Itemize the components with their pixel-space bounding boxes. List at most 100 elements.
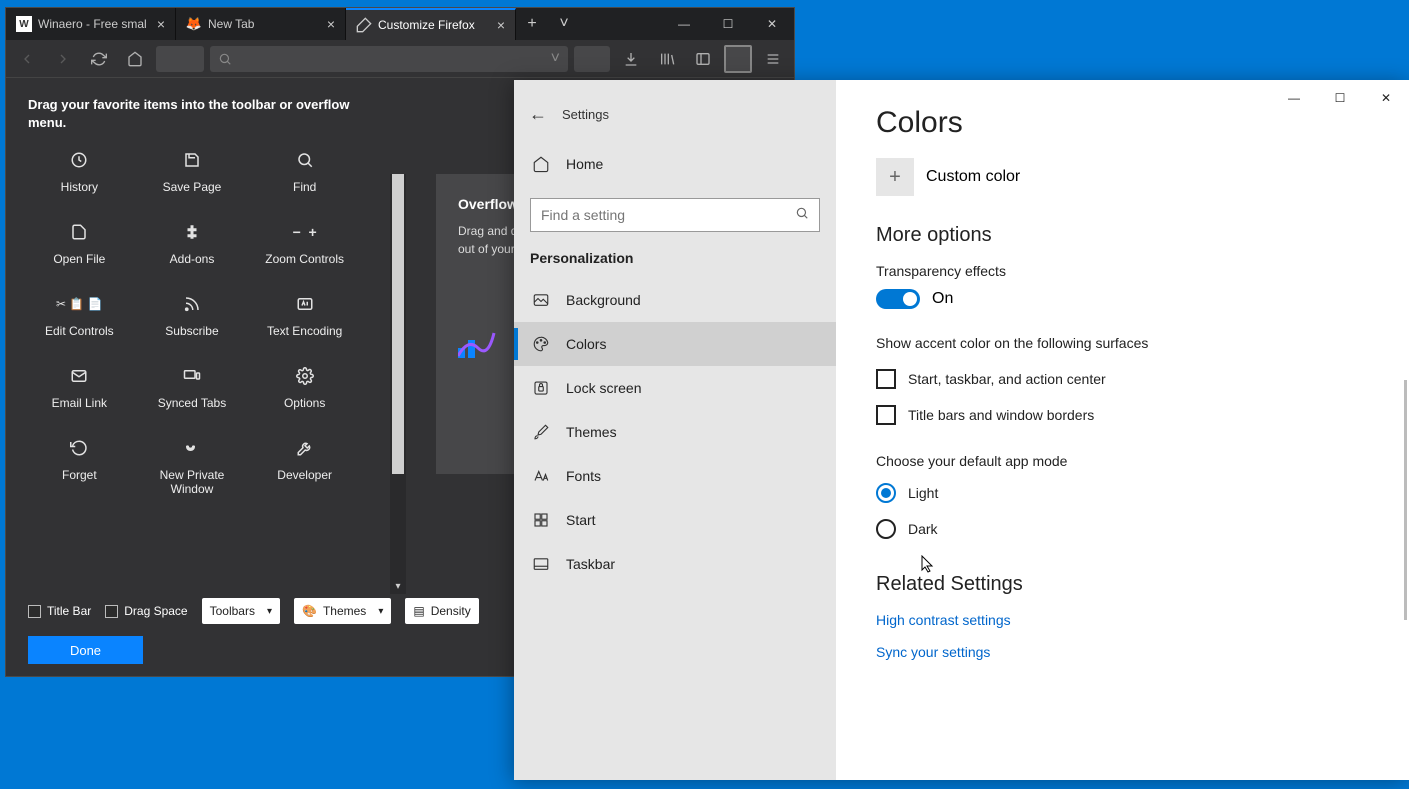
radio-dark[interactable]: Dark [876, 519, 1369, 539]
item-history[interactable]: History [28, 150, 131, 194]
sidebar-item-fonts[interactable]: Fonts [514, 454, 836, 498]
forward-button[interactable] [48, 44, 78, 74]
rss-icon [183, 294, 201, 314]
item-forget[interactable]: Forget [28, 438, 131, 496]
chk-start-taskbar[interactable]: Start, taskbar, and action center [876, 369, 1369, 389]
custom-color-button[interactable]: + Custom color [876, 158, 1369, 196]
radio-light[interactable]: Light [876, 483, 1369, 503]
density-select[interactable]: ▤Density [405, 598, 478, 624]
search-field[interactable] [541, 207, 795, 223]
close-icon[interactable]: × [497, 17, 505, 33]
item-label: Save Page [163, 180, 222, 194]
item-text-encoding[interactable]: Text Encoding [253, 294, 356, 338]
item-label: New Private Window [141, 468, 244, 496]
minimize-button[interactable]: — [1271, 80, 1317, 116]
maximize-button[interactable]: ☐ [706, 8, 750, 40]
link-sync-settings[interactable]: Sync your settings [876, 644, 1369, 660]
sidebar-item-taskbar[interactable]: Taskbar [514, 542, 836, 586]
sidebar-button[interactable] [688, 44, 718, 74]
transparency-toggle[interactable] [876, 289, 920, 309]
item-save-page[interactable]: Save Page [141, 150, 244, 194]
menu-button[interactable] [758, 44, 788, 74]
item-label: Options [284, 396, 325, 410]
back-button[interactable]: ← [514, 92, 562, 136]
category-header: Personalization [514, 250, 836, 266]
density-icon: ▤ [413, 604, 424, 618]
tab-strip: W Winaero - Free smal × 🦊 New Tab × Cust… [6, 8, 794, 40]
tab-winaero[interactable]: W Winaero - Free smal × [6, 8, 176, 40]
palette-icon [532, 335, 550, 353]
picture-icon [532, 291, 550, 309]
sidebar-item-themes[interactable]: Themes [514, 410, 836, 454]
chevron-down-icon[interactable]: ˅ [551, 50, 560, 68]
back-button[interactable] [12, 44, 42, 74]
tab-newtab[interactable]: 🦊 New Tab × [176, 8, 346, 40]
addons-icon [183, 222, 201, 242]
link-high-contrast[interactable]: High contrast settings [876, 612, 1369, 628]
sidebar-item-background[interactable]: Background [514, 278, 836, 322]
close-icon[interactable]: × [327, 16, 335, 32]
item-find[interactable]: Find [253, 150, 356, 194]
nav-label: Colors [566, 336, 606, 352]
downloads-button[interactable] [616, 44, 646, 74]
tab-label: Winaero - Free smal [38, 17, 147, 31]
scrollbar[interactable] [1404, 380, 1407, 620]
item-email-link[interactable]: Email Link [28, 366, 131, 410]
item-private-window[interactable]: New Private Window [141, 438, 244, 496]
scroll-thumb[interactable] [392, 174, 404, 474]
tab-customize[interactable]: Customize Firefox × [346, 8, 516, 40]
nav-label: Home [566, 156, 603, 172]
nav-toolbar: ˅ [6, 40, 794, 78]
themes-select[interactable]: 🎨Themes▾ [294, 598, 391, 624]
scrollbar[interactable]: ▾ [390, 174, 406, 594]
item-label: Edit Controls [45, 324, 114, 338]
reload-button[interactable] [84, 44, 114, 74]
chk-label: Start, taskbar, and action center [908, 371, 1106, 387]
tabs-dropdown-icon[interactable]: ˅ [548, 8, 580, 40]
synced-tabs-icon [183, 366, 201, 386]
home-button[interactable] [120, 44, 150, 74]
item-zoom[interactable]: − +Zoom Controls [253, 222, 356, 266]
minimize-button[interactable]: — [662, 8, 706, 40]
library-button[interactable] [652, 44, 682, 74]
sidebar-item-colors[interactable]: Colors [514, 322, 836, 366]
section-more-options: More options [876, 224, 1369, 247]
item-open-file[interactable]: Open File [28, 222, 131, 266]
window-controls: — ☐ ✕ [1271, 80, 1409, 116]
item-addons[interactable]: Add-ons [141, 222, 244, 266]
maximize-button[interactable]: ☐ [1317, 80, 1363, 116]
item-synced-tabs[interactable]: Synced Tabs [141, 366, 244, 410]
url-bar[interactable]: ˅ [210, 46, 568, 72]
dragspace-checkbox[interactable]: Drag Space [105, 604, 187, 618]
mask-icon [183, 438, 201, 458]
search-input[interactable] [530, 198, 820, 232]
done-button[interactable]: Done [28, 636, 143, 664]
item-developer[interactable]: Developer [253, 438, 356, 496]
search-icon [795, 206, 809, 225]
close-icon[interactable]: × [157, 16, 165, 32]
nav-label: Background [566, 292, 641, 308]
flex-space[interactable] [574, 46, 610, 72]
chk-titlebars[interactable]: Title bars and window borders [876, 405, 1369, 425]
item-label: History [61, 180, 98, 194]
sidebar-item-home[interactable]: Home [514, 142, 836, 186]
flex-space[interactable] [156, 46, 204, 72]
item-edit-controls[interactable]: ✂ 📋 📄Edit Controls [28, 294, 131, 338]
item-subscribe[interactable]: Subscribe [141, 294, 244, 338]
item-options[interactable]: Options [253, 366, 356, 410]
mail-icon [70, 366, 88, 386]
new-tab-button[interactable]: + [516, 8, 548, 40]
titlebar-checkbox[interactable]: Title Bar [28, 604, 91, 618]
account-button[interactable] [724, 45, 752, 73]
item-label: Zoom Controls [265, 252, 344, 266]
select-label: Toolbars [210, 604, 255, 618]
cursor-icon [921, 555, 935, 573]
checkbox-label: Title Bar [47, 604, 91, 618]
encoding-icon [296, 294, 314, 314]
sidebar-item-lockscreen[interactable]: Lock screen [514, 366, 836, 410]
sidebar-item-start[interactable]: Start [514, 498, 836, 542]
toolbars-select[interactable]: Toolbars▾ [202, 598, 280, 624]
winaero-favicon: W [16, 16, 32, 32]
close-button[interactable]: ✕ [750, 8, 794, 40]
close-button[interactable]: ✕ [1363, 80, 1409, 116]
